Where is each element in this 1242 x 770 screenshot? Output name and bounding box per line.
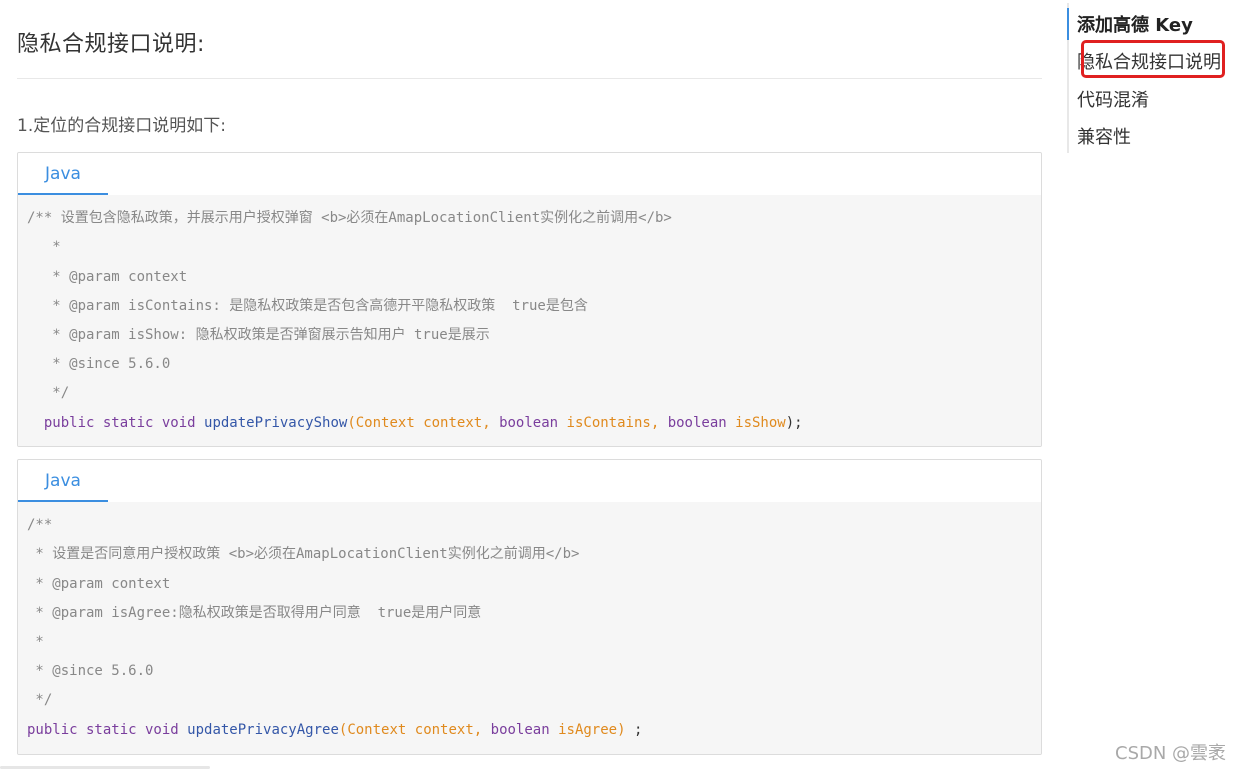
- code-terminator: ;: [633, 722, 643, 738]
- code-line: *: [27, 634, 44, 650]
- code-body: /** 设置包含隐私政策，并展示用户授权弹窗 <b>必须在AmapLocatio…: [18, 195, 1041, 446]
- toc-item-obfuscation[interactable]: 代码混淆: [1077, 86, 1149, 112]
- section-intro: 1.定位的合规接口说明如下:: [17, 116, 226, 136]
- code-keywords: public static void: [27, 722, 179, 738]
- code-line: * @param context: [27, 576, 171, 592]
- code-tab-java[interactable]: Java: [18, 460, 108, 502]
- toc-item-compatibility[interactable]: 兼容性: [1077, 123, 1131, 149]
- code-body: /** * 设置是否同意用户授权政策 <b>必须在AmapLocationCli…: [18, 502, 1041, 754]
- code-tab-java[interactable]: Java: [18, 153, 108, 195]
- code-line: */: [27, 692, 53, 708]
- toc-item-add-key[interactable]: 添加高德 Key: [1077, 11, 1193, 37]
- code-line: /** 设置包含隐私政策，并展示用户授权弹窗 <b>必须在AmapLocatio…: [27, 210, 672, 226]
- code-signature-line: public static void updatePrivacyShow(Con…: [27, 413, 803, 433]
- code-line: * @since 5.6.0: [27, 663, 154, 679]
- code-param-name: context,: [423, 415, 491, 431]
- horizontal-scrollbar[interactable]: [0, 766, 210, 769]
- code-tabbar: Java: [18, 460, 1041, 502]
- code-signature-line: public static void updatePrivacyAgree(Co…: [27, 720, 642, 740]
- code-line: * @param isContains: 是隐私权政策是否包含高德开平隐私权政策…: [27, 298, 588, 314]
- code-param-type: boolean: [490, 722, 550, 738]
- code-param-type: Context: [355, 415, 415, 431]
- code-paren-open: (: [347, 415, 356, 431]
- code-param-name: isShow: [735, 415, 786, 431]
- code-line: /**: [27, 517, 53, 533]
- code-line: */: [27, 385, 70, 401]
- code-method-name: updatePrivacyShow: [204, 415, 348, 431]
- toc-active-indicator: [1067, 8, 1069, 40]
- title-divider: [17, 78, 1042, 79]
- code-line: *: [27, 239, 61, 255]
- code-block-privacy-agree: Java /** * 设置是否同意用户授权政策 <b>必须在AmapLocati…: [17, 459, 1042, 755]
- code-method-name: updatePrivacyAgree: [187, 722, 339, 738]
- code-tabbar: Java: [18, 153, 1041, 195]
- code-param-type: boolean: [499, 415, 559, 431]
- table-of-contents: 添加高德 Key 隐私合规接口说明: 代码混淆 兼容性: [1067, 3, 1242, 153]
- code-param-name: isAgree): [558, 722, 626, 738]
- code-line: * @since 5.6.0: [27, 356, 171, 372]
- code-paren-close: );: [785, 415, 803, 431]
- code-param-name: context,: [414, 722, 483, 738]
- page-title: 隐私合规接口说明:: [17, 32, 205, 57]
- code-param-name: isContains,: [566, 415, 660, 431]
- watermark: CSDN @雲袤: [1115, 743, 1227, 764]
- code-param-type: boolean: [667, 415, 727, 431]
- code-line: * 设置是否同意用户授权政策 <b>必须在AmapLocationClient实…: [27, 546, 580, 562]
- code-line: * @param isAgree:隐私权政策是否取得用户同意 true是用户同意: [27, 605, 482, 621]
- code-line: * @param context: [27, 269, 188, 285]
- code-line: * @param isShow: 隐私权政策是否弹窗展示告知用户 true是展示: [27, 327, 490, 343]
- code-param-type: Context: [347, 722, 407, 738]
- code-keywords: public static void: [43, 415, 196, 431]
- code-block-privacy-show: Java /** 设置包含隐私政策，并展示用户授权弹窗 <b>必须在AmapLo…: [17, 152, 1042, 447]
- highlight-annotation-box: [1081, 40, 1225, 78]
